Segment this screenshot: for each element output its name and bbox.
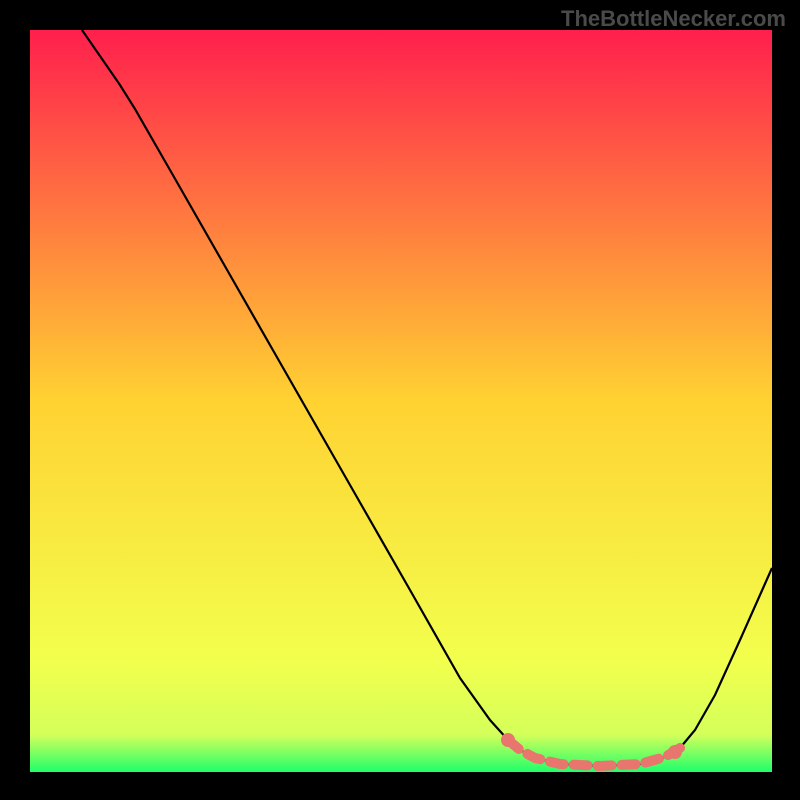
highlight-dot [501, 733, 515, 747]
chart-frame [30, 30, 772, 772]
highlight-dot [668, 745, 682, 759]
chart-svg [30, 30, 772, 772]
gradient-background [30, 30, 772, 772]
watermark-text: TheBottleNecker.com [561, 6, 786, 32]
